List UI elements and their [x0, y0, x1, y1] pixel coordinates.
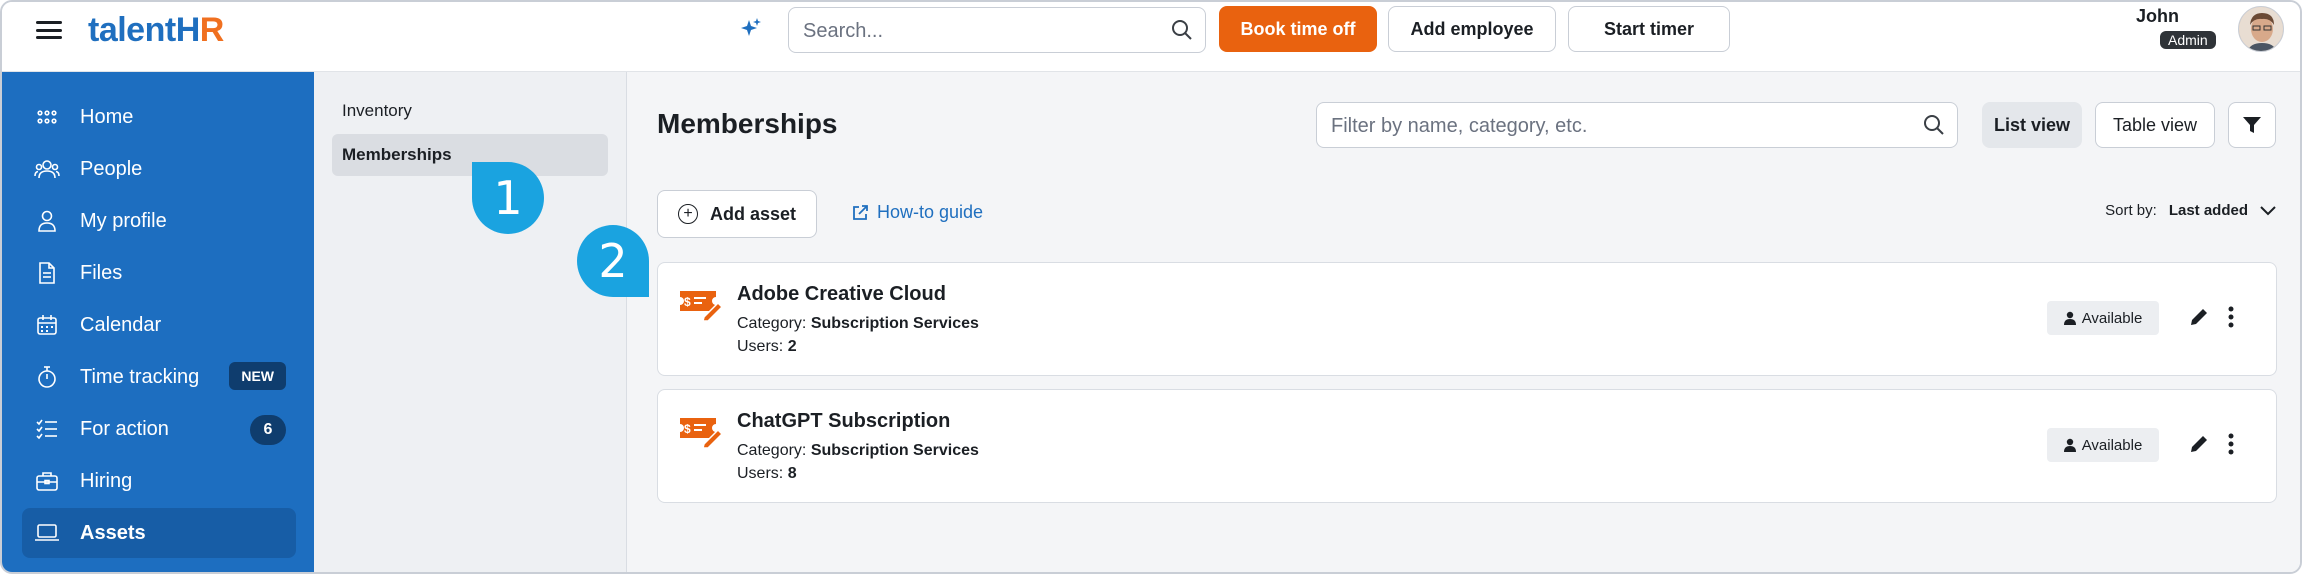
step-callout-2: 2: [577, 225, 649, 297]
stopwatch-icon: [34, 364, 60, 390]
asset-card[interactable]: $ Adobe Creative Cloud Category: Subscri…: [657, 262, 2277, 376]
people-icon: [34, 156, 60, 182]
ai-sparkle-icon[interactable]: [738, 16, 764, 42]
edit-pencil-icon[interactable]: [2188, 306, 2210, 328]
sidebar-item-for-action[interactable]: For action 6: [22, 404, 296, 454]
sidebar-item-time-tracking[interactable]: Time tracking NEW: [22, 352, 296, 402]
top-bar: talentHR Search... Book time off Add emp…: [2, 2, 2300, 72]
file-icon: [34, 260, 60, 286]
filter-button[interactable]: [2228, 102, 2276, 148]
search-icon[interactable]: [1171, 19, 1193, 41]
more-vertical-icon[interactable]: [2227, 305, 2235, 329]
filter-input[interactable]: Filter by name, category, etc.: [1316, 102, 1958, 148]
add-asset-button[interactable]: + Add asset: [657, 190, 817, 238]
sidebar-item-home[interactable]: Home: [22, 92, 296, 142]
sidebar-item-hiring[interactable]: Hiring: [22, 456, 296, 506]
sidebar-item-people[interactable]: People: [22, 144, 296, 194]
chevron-down-icon: [2260, 205, 2276, 215]
briefcase-icon: [34, 468, 60, 494]
avatar[interactable]: [2238, 6, 2284, 52]
user-role-badge: Admin: [2160, 31, 2216, 49]
subnav-item-inventory[interactable]: Inventory: [332, 90, 608, 132]
user-icon: [2063, 311, 2076, 325]
asset-name[interactable]: ChatGPT Subscription: [737, 410, 950, 433]
sidebar-item-label: Home: [80, 105, 134, 128]
sidebar-item-label: My profile: [80, 209, 167, 232]
user-icon: [34, 208, 60, 234]
new-badge: NEW: [229, 362, 286, 390]
checklist-icon: [34, 416, 60, 442]
asset-category: Category: Subscription Services: [737, 442, 979, 459]
sidebar-item-label: People: [80, 157, 143, 180]
user-icon: [2063, 438, 2076, 452]
sidebar-item-label: For action: [80, 417, 169, 440]
calendar-icon: [34, 312, 60, 338]
table-view-button[interactable]: Table view: [2095, 102, 2215, 148]
status-badge: Available: [2047, 428, 2159, 462]
svg-text:$: $: [684, 422, 691, 436]
start-timer-button[interactable]: Start timer: [1568, 6, 1730, 52]
sidebar-item-calendar[interactable]: Calendar: [22, 300, 296, 350]
sidebar-item-label: Files: [80, 261, 123, 284]
status-badge: Available: [2047, 301, 2159, 335]
asset-card[interactable]: $ ChatGPT Subscription Category: Subscri…: [657, 389, 2277, 503]
assets-subnav: Inventory Memberships: [314, 72, 627, 572]
sidebar-item-label: Calendar: [80, 313, 162, 336]
svg-text:$: $: [684, 295, 691, 309]
sort-dropdown[interactable]: Sort by: Last added: [2105, 202, 2276, 219]
count-badge: 6: [250, 415, 286, 445]
subscription-asset-icon: $: [680, 418, 722, 448]
sidebar-item-assets[interactable]: Assets: [22, 508, 296, 558]
subscription-asset-icon: $: [680, 291, 722, 321]
add-employee-button[interactable]: Add employee: [1388, 6, 1556, 52]
menu-icon[interactable]: [36, 18, 62, 42]
main-content: Memberships Filter by name, category, et…: [627, 72, 2300, 572]
app-window: talentHR Search... Book time off Add emp…: [0, 0, 2302, 574]
sidebar-item-label: Assets: [80, 521, 146, 544]
laptop-icon: [34, 520, 60, 546]
how-to-guide-link[interactable]: How-to guide: [851, 202, 983, 223]
sidebar-item-label: Hiring: [80, 469, 133, 492]
asset-users: Users: 8: [737, 465, 797, 482]
external-link-icon: [853, 204, 868, 220]
grid-icon: [34, 104, 60, 130]
asset-users: Users: 2: [737, 338, 797, 355]
filter-icon: [2243, 117, 2261, 133]
plus-circle-icon: +: [677, 204, 698, 224]
asset-name[interactable]: Adobe Creative Cloud: [737, 283, 946, 306]
user-name[interactable]: John: [2136, 6, 2179, 27]
more-vertical-icon[interactable]: [2227, 432, 2235, 456]
sidebar: Home People My profile Files Calendar Ti…: [2, 72, 314, 572]
sidebar-item-label: Time tracking: [80, 365, 200, 388]
page-title: Memberships: [657, 108, 838, 139]
sidebar-item-my-profile[interactable]: My profile: [22, 196, 296, 246]
list-view-button[interactable]: List view: [1982, 102, 2082, 148]
search-input[interactable]: Search...: [788, 7, 1206, 53]
asset-category: Category: Subscription Services: [737, 315, 979, 332]
edit-pencil-icon[interactable]: [2188, 433, 2210, 455]
talenthr-logo[interactable]: talentHR: [88, 10, 224, 50]
sidebar-item-files[interactable]: Files: [22, 248, 296, 298]
book-time-off-button[interactable]: Book time off: [1219, 6, 1377, 52]
step-callout-1: 1: [472, 162, 544, 234]
search-icon[interactable]: [1923, 114, 1945, 136]
subnav-item-memberships[interactable]: Memberships: [332, 134, 608, 176]
